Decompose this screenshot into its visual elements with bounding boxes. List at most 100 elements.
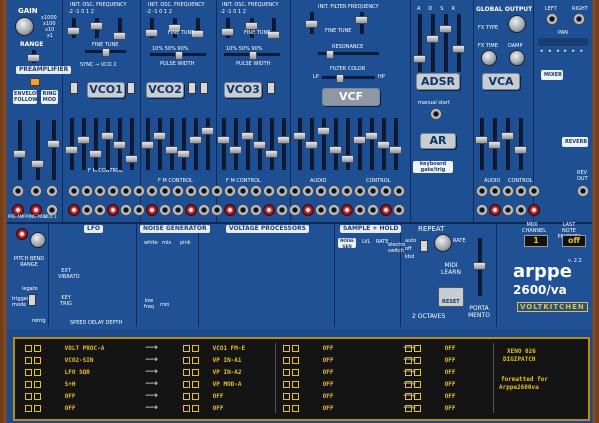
jack[interactable]: [289, 185, 301, 197]
patch-row[interactable]: VP IN-A1: [183, 356, 242, 365]
vco2-switch[interactable]: [200, 82, 208, 94]
jack[interactable]: [146, 204, 158, 216]
trigger-mode-switch[interactable]: [28, 294, 36, 306]
fx-time-knob[interactable]: [481, 50, 497, 66]
vco1-freq-fine[interactable]: [113, 32, 126, 40]
jack[interactable]: [172, 204, 184, 216]
jack[interactable]: [107, 204, 119, 216]
patch-row[interactable]: OFF: [183, 392, 223, 401]
jack[interactable]: [476, 204, 488, 216]
slider[interactable]: [241, 132, 254, 140]
slider[interactable]: [365, 132, 378, 140]
patch-row[interactable]: OFF: [283, 392, 333, 401]
slider[interactable]: [177, 150, 190, 158]
vco1-fine-slider[interactable]: [102, 48, 110, 57]
damp-knob[interactable]: [509, 50, 525, 66]
jack[interactable]: [211, 204, 223, 216]
jack[interactable]: [263, 185, 275, 197]
slider[interactable]: [77, 136, 90, 144]
gain-opt[interactable]: x1: [47, 33, 53, 39]
patch-row[interactable]: OFF: [405, 404, 455, 413]
jack[interactable]: [476, 185, 488, 197]
jack[interactable]: [185, 185, 197, 197]
jack[interactable]: [354, 185, 366, 197]
jack[interactable]: [341, 204, 353, 216]
jack[interactable]: [380, 204, 392, 216]
jack[interactable]: [198, 204, 210, 216]
slider[interactable]: [317, 127, 330, 135]
pitch-bend-knob[interactable]: [30, 232, 46, 248]
vco3-freq-medium[interactable]: [245, 22, 258, 30]
jack[interactable]: [94, 204, 106, 216]
slider[interactable]: [305, 141, 318, 149]
slider[interactable]: [201, 127, 214, 135]
slider[interactable]: [229, 146, 242, 154]
priority-display[interactable]: off: [562, 235, 586, 247]
vco1-switch[interactable]: [127, 82, 135, 94]
jack[interactable]: [502, 185, 514, 197]
slider[interactable]: [265, 150, 278, 158]
rev-out-jack[interactable]: [577, 185, 589, 197]
manual-start-button[interactable]: [430, 108, 442, 120]
jack[interactable]: [341, 185, 353, 197]
patch-row[interactable]: OFF: [405, 392, 455, 401]
jack[interactable]: [146, 185, 158, 197]
patch-row[interactable]: OFF: [283, 404, 333, 413]
slider[interactable]: [101, 132, 114, 140]
adsr-sustain[interactable]: [439, 25, 452, 33]
jack[interactable]: [133, 204, 145, 216]
vco1-switch[interactable]: [70, 82, 78, 94]
repeat-rate-knob[interactable]: [434, 234, 452, 252]
midi-channel-display[interactable]: 1: [524, 235, 548, 247]
patch-row[interactable]: OFF: [405, 344, 455, 353]
jack[interactable]: [237, 185, 249, 197]
jack[interactable]: [250, 185, 262, 197]
slider[interactable]: [253, 141, 266, 149]
left-out-jack[interactable]: [546, 13, 558, 25]
patch-row[interactable]: OFF: [405, 380, 455, 389]
jack[interactable]: [315, 204, 327, 216]
jack[interactable]: [94, 185, 106, 197]
vco2-pw-slider[interactable]: [175, 51, 183, 60]
slider[interactable]: [65, 146, 78, 154]
repeat-switch[interactable]: [420, 240, 428, 252]
jack[interactable]: [133, 185, 145, 197]
slider[interactable]: [141, 141, 154, 149]
jack[interactable]: [276, 204, 288, 216]
slider[interactable]: [389, 146, 402, 154]
jack[interactable]: [172, 185, 184, 197]
jack[interactable]: [159, 185, 171, 197]
slider[interactable]: [514, 146, 527, 154]
slider[interactable]: [189, 136, 202, 144]
slider[interactable]: [475, 136, 488, 144]
jack[interactable]: [46, 185, 58, 197]
slider[interactable]: [341, 155, 354, 163]
porta-slider[interactable]: [473, 262, 486, 270]
jack[interactable]: [515, 185, 527, 197]
jack[interactable]: [354, 204, 366, 216]
jack[interactable]: [489, 185, 501, 197]
patch-row[interactable]: LFO SQR: [25, 368, 90, 377]
jack[interactable]: [302, 185, 314, 197]
patch-row[interactable]: OFF: [283, 356, 333, 365]
jack[interactable]: [393, 204, 405, 216]
patch-row[interactable]: VOLT PROC-A: [25, 344, 104, 353]
jack[interactable]: [367, 204, 379, 216]
jack[interactable]: [30, 185, 42, 197]
vcf-freq-fine[interactable]: [355, 16, 368, 24]
range-slider[interactable]: [27, 54, 40, 62]
jack[interactable]: [328, 204, 340, 216]
jack[interactable]: [489, 204, 501, 216]
jack[interactable]: [224, 204, 236, 216]
jack[interactable]: [68, 204, 80, 216]
jack[interactable]: [250, 204, 262, 216]
jack[interactable]: [81, 204, 93, 216]
vco1-freq-medium[interactable]: [90, 22, 103, 30]
vcf-res-slider[interactable]: [326, 50, 334, 59]
patch-row[interactable]: VP IN-A2: [183, 368, 242, 377]
adsr-release[interactable]: [452, 45, 465, 53]
patch-row[interactable]: VP MOD-A: [183, 380, 242, 389]
jack[interactable]: [159, 204, 171, 216]
patch-row[interactable]: OFF: [25, 392, 75, 401]
jack[interactable]: [198, 185, 210, 197]
